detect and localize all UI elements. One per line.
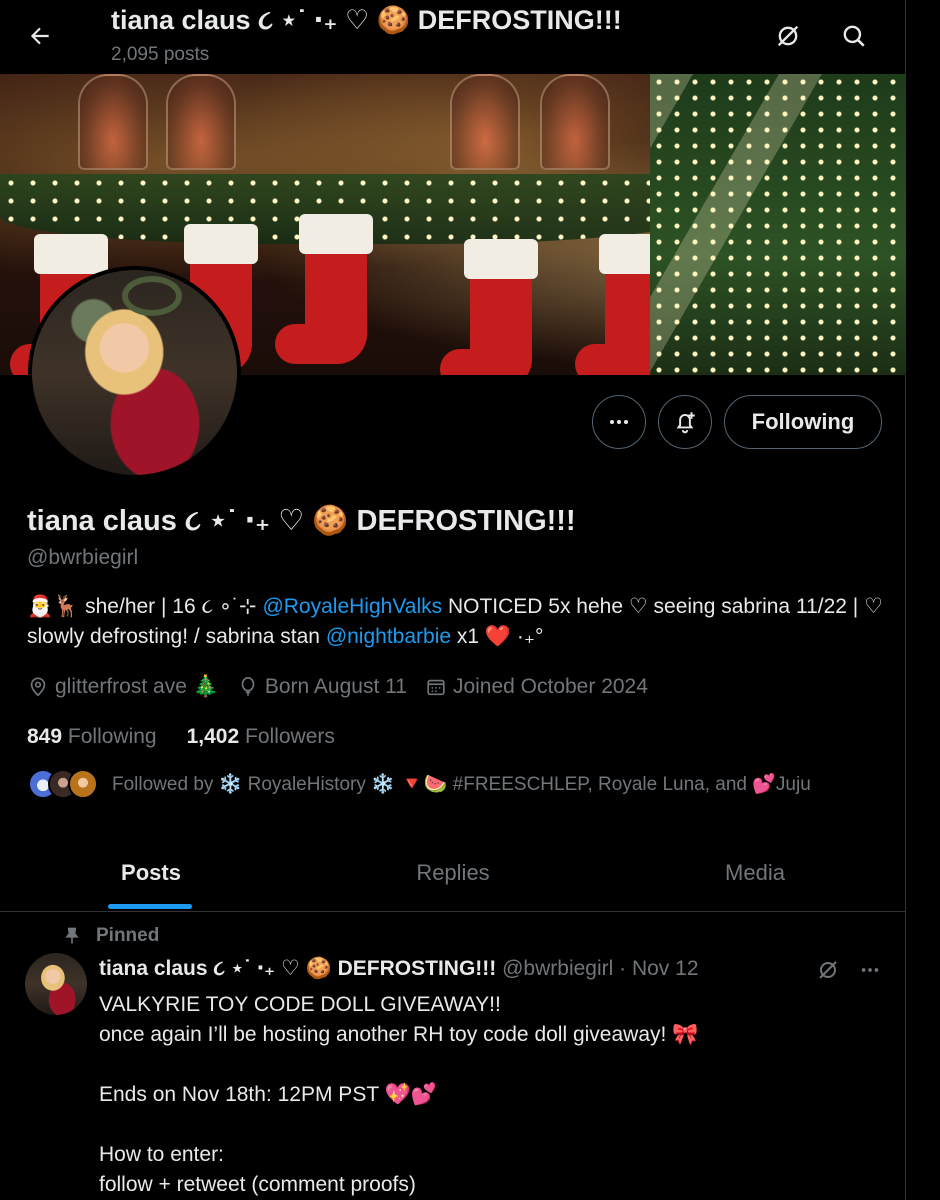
banner-decoration (540, 74, 610, 170)
more-button[interactable] (592, 395, 646, 449)
following-count: 849 (27, 725, 63, 748)
profile-tabs: Posts Replies Media (0, 834, 906, 912)
pin-icon (65, 927, 79, 944)
banner-decoration (275, 214, 373, 364)
pinned-text: Pinned (96, 925, 160, 946)
grok-icon[interactable] (812, 956, 844, 984)
banner-decoration (450, 74, 520, 170)
profile-page: tiana claus ૮ ⋆˙ ‧₊ ♡ 🍪 DEFROSTING!!! 2,… (0, 0, 906, 1200)
birthday-item: Born August 11 (237, 675, 407, 699)
post-author-name[interactable]: tiana claus ૮ ⋆˙ ‧₊ ♡ 🍪 DEFROSTING!!! (99, 957, 496, 980)
banner-decoration (440, 239, 538, 375)
banner-decoration (78, 74, 148, 170)
followers-count: 1,402 (186, 725, 240, 748)
header-title: tiana claus ૮ ⋆˙ ‧₊ ♡ 🍪 DEFROSTING!!! (111, 5, 622, 35)
birthday-text: Born August 11 (264, 675, 407, 698)
search-icon[interactable] (832, 14, 876, 58)
mention-link[interactable]: @RoyaleHighValks (262, 595, 442, 618)
post-author-handle-date[interactable]: @bwrbiegirl · Nov 12 (502, 957, 698, 980)
tab-posts[interactable]: Posts (0, 834, 302, 911)
more-icon[interactable] (854, 956, 886, 984)
profile-avatar[interactable] (28, 266, 241, 479)
post-header: tiana claus ૮ ⋆˙ ‧₊ ♡ 🍪 DEFROSTING!!! @b… (99, 956, 699, 981)
following-count-link[interactable]: 849 Following (27, 725, 157, 749)
profile-handle: @bwrbiegirl (27, 546, 139, 569)
banner-decoration (650, 74, 906, 375)
bio-text: 🎅🦌 she/her | 16 ૮ ∘˙⊹ (27, 595, 263, 618)
joined-text: Joined October 2024 (452, 675, 648, 698)
active-tab-indicator (108, 904, 192, 909)
arrow-left-icon[interactable] (18, 14, 62, 58)
banner-decoration (166, 74, 236, 170)
followers-count-link[interactable]: 1,402 Followers (187, 725, 335, 749)
profile-meta: glitterfrost ave 🎄 Born August 11 Joined… (27, 672, 666, 702)
location-pin-icon (30, 677, 46, 697)
balloon-icon (241, 677, 255, 697)
location-item: glitterfrost ave 🎄 (27, 675, 219, 699)
location-text: glitterfrost ave 🎄 (55, 675, 219, 698)
tab-media[interactable]: Media (604, 834, 906, 911)
notify-button[interactable] (658, 395, 712, 449)
post-count: 2,095 posts (111, 44, 210, 65)
grok-icon[interactable] (766, 14, 810, 58)
more-icon (610, 420, 628, 424)
profile-bio: 🎅🦌 she/her | 16 ૮ ∘˙⊹ @RoyaleHighValks N… (27, 592, 887, 652)
mention-link[interactable]: @nightbarbie (326, 625, 451, 648)
tab-replies[interactable]: Replies (302, 834, 604, 911)
bell-plus-icon (676, 412, 695, 434)
bio-text: x1 ❤️ ·₊° (451, 625, 544, 648)
joined-item: Joined October 2024 (425, 675, 648, 699)
calendar-icon (427, 679, 445, 696)
following-count-label: Following (67, 725, 157, 748)
display-name: tiana claus ૮ ⋆˙ ‧₊ ♡ 🍪 DEFROSTING!!! (27, 505, 576, 537)
followed-by-text: Followed by ❄️ RoyaleHistory ❄️ 🔻🍉 #FREE… (112, 774, 811, 795)
post-text: VALKYRIE TOY CODE DOLL GIVEAWAY!! once a… (99, 993, 699, 1196)
follower-avatar (68, 769, 98, 799)
followed-by[interactable]: Followed by ❄️ RoyaleHistory ❄️ 🔻🍉 #FREE… (28, 768, 811, 800)
pinned-label: Pinned (62, 924, 159, 948)
following-button[interactable]: Following (724, 395, 882, 449)
follow-counts: 849 Following 1,402 Followers (27, 725, 365, 749)
top-bar: tiana claus ૮ ⋆˙ ‧₊ ♡ 🍪 DEFROSTING!!! 2,… (0, 0, 906, 74)
followers-count-label: Followers (245, 725, 335, 748)
post-author-avatar[interactable] (25, 953, 87, 1015)
avatar-decoration (122, 276, 182, 316)
